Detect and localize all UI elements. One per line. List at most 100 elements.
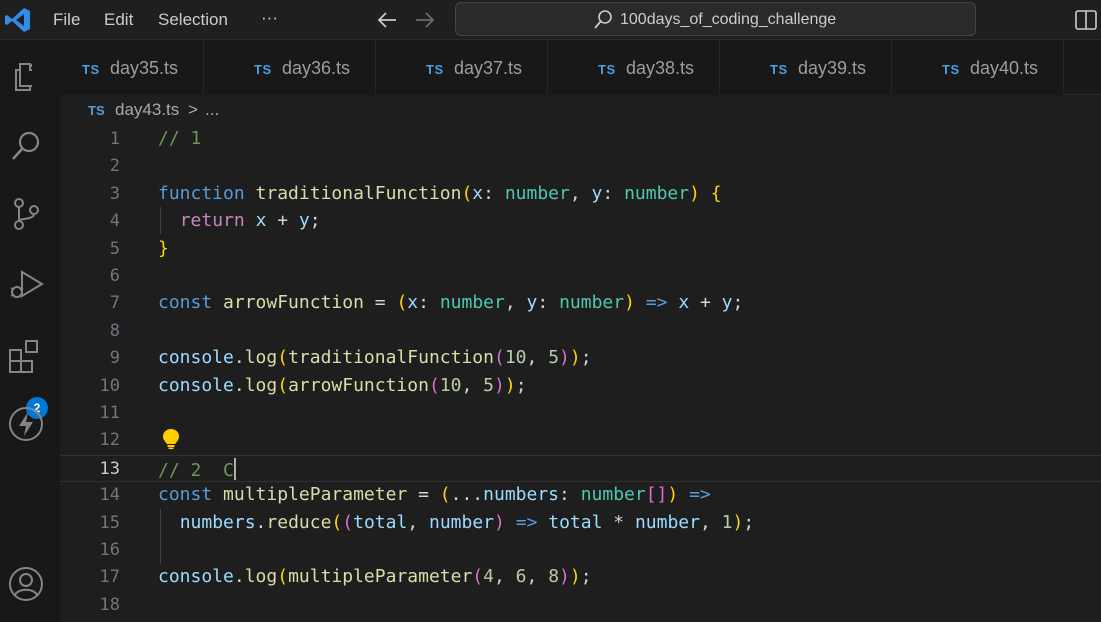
menu-selection[interactable]: Selection xyxy=(158,10,228,30)
menu-file[interactable]: File xyxy=(53,10,80,30)
code-line[interactable]: 13 // 2 C xyxy=(60,454,1101,482)
code-token: , xyxy=(569,182,592,204)
tab-day38-ts[interactable]: TS day38.ts xyxy=(548,40,720,95)
title-bar: File Edit Selection ··· 100days_of_codin… xyxy=(0,0,1101,40)
code-token: log xyxy=(244,347,278,369)
code-token: . xyxy=(255,511,267,533)
code-line[interactable]: 4 return x + y; xyxy=(60,208,1101,235)
code-token: ( xyxy=(461,182,473,204)
typescript-file-icon: TS xyxy=(254,62,272,77)
menu-more[interactable]: ··· xyxy=(261,8,278,28)
tab-day36-ts[interactable]: TS day36.ts xyxy=(204,40,376,95)
code-token: => xyxy=(689,484,711,506)
code-token: ( xyxy=(277,566,289,588)
line-number: 3 xyxy=(109,183,120,204)
code-line[interactable]: 12 xyxy=(60,427,1101,454)
code-line[interactable]: 16 xyxy=(60,537,1101,564)
code-line[interactable]: 8 xyxy=(60,318,1101,345)
code-token: numbers xyxy=(179,511,256,533)
code-token: , xyxy=(699,511,722,533)
code-token: : xyxy=(537,292,560,314)
editor-tab-bar: TS day35.ts TS day36.ts TS day37.ts TS day38.ts… xyxy=(32,40,1101,95)
forward-arrow-icon[interactable] xyxy=(413,8,437,32)
tab-day37-ts[interactable]: TS day37.ts xyxy=(376,40,548,95)
typescript-file-icon: TS xyxy=(942,62,960,77)
code-text: return x + y; xyxy=(158,210,321,231)
source-control-icon[interactable] xyxy=(6,194,46,234)
code-token: const xyxy=(158,292,213,314)
extensions-icon[interactable] xyxy=(6,336,46,376)
code-line[interactable]: 5} xyxy=(60,236,1101,263)
code-token: ... xyxy=(450,484,484,506)
code-token: + xyxy=(689,292,722,314)
code-text: } xyxy=(158,238,169,259)
code-token: ( xyxy=(493,347,505,369)
code-token: => xyxy=(645,292,668,314)
line-number: 7 xyxy=(109,293,120,314)
code-line[interactable]: 18 xyxy=(60,592,1101,619)
code-token: log xyxy=(244,374,278,396)
code-line[interactable]: 2 xyxy=(60,153,1101,180)
code-token: . xyxy=(233,374,245,396)
typescript-file-icon: TS xyxy=(598,62,616,77)
code-token: y xyxy=(526,292,538,314)
toggle-sidebar-icon[interactable] xyxy=(1074,8,1098,32)
code-token: total xyxy=(548,511,603,533)
typescript-file-icon: TS xyxy=(88,103,105,118)
code-line[interactable]: 17 console.log(multipleParameter(4, 6, 8)… xyxy=(60,564,1101,591)
code-line[interactable]: 7 const arrowFunction = (x: number, y: nu… xyxy=(60,290,1101,317)
code-token: 8 xyxy=(548,566,560,588)
code-line[interactable]: 3 function traditionalFunction(x: number,… xyxy=(60,181,1101,208)
tab-day40-ts[interactable]: TS day40.ts xyxy=(892,40,1064,95)
code-token: ) xyxy=(494,374,505,396)
code-line[interactable]: 1 // 1 xyxy=(60,126,1101,153)
code-token: y xyxy=(298,210,310,232)
code-line[interactable]: 9 console.log(traditionalFunction(10, 5))… xyxy=(60,345,1101,372)
code-token: ; xyxy=(309,210,321,232)
line-number: 6 xyxy=(109,266,120,286)
breadcrumb-file[interactable]: day43.ts xyxy=(115,100,179,120)
tab-day35-ts[interactable]: TS day35.ts xyxy=(32,40,204,95)
code-text: numbers.reduce((total, number) => total … xyxy=(158,511,755,533)
tab-day39-ts[interactable]: TS day39.ts xyxy=(720,40,892,95)
code-token: : xyxy=(483,182,505,204)
code-line[interactable]: 14 const multipleParameter = (...numbers:… xyxy=(60,482,1101,509)
typescript-file-icon: TS xyxy=(82,62,100,77)
code-line[interactable]: 10 console.log(arrowFunction(10, 5)); xyxy=(60,373,1101,400)
search-icon[interactable] xyxy=(6,126,46,166)
code-token: ) xyxy=(624,292,635,314)
code-token: x xyxy=(678,292,690,314)
breadcrumb-symbols[interactable]: ... xyxy=(205,100,219,120)
run-debug-icon[interactable] xyxy=(6,264,46,304)
code-token: reduce xyxy=(266,511,332,533)
account-icon[interactable] xyxy=(6,564,46,604)
command-center-search[interactable]: 100days_of_coding_challenge xyxy=(455,2,976,36)
code-token: x xyxy=(472,182,484,204)
code-token: ( xyxy=(472,566,484,588)
line-number: 2 xyxy=(109,156,120,177)
lightning-icon[interactable] xyxy=(6,404,46,444)
code-editor[interactable]: 1// 1 2 3 function traditionalFunction(x: n… xyxy=(60,125,1101,622)
vscode-logo-icon[interactable] xyxy=(4,6,32,34)
code-line[interactable]: 6 xyxy=(60,263,1101,290)
code-token: arrowFunction xyxy=(223,292,364,314)
code-token: ; xyxy=(580,566,592,588)
back-arrow-icon[interactable] xyxy=(375,8,399,32)
code-token: multipleParameter xyxy=(288,566,473,588)
code-token: console xyxy=(158,566,234,588)
typescript-file-icon: TS xyxy=(426,62,444,77)
tab-label: day38.ts xyxy=(626,58,695,78)
code-token: ) xyxy=(689,182,700,204)
code-token: // 2 C xyxy=(158,459,234,481)
code-token: number xyxy=(504,182,570,204)
code-token: traditionalFunction xyxy=(288,347,494,369)
code-line[interactable]: 11 xyxy=(60,400,1101,427)
menu-edit[interactable]: Edit xyxy=(104,10,133,30)
code-line[interactable]: 15 numbers.reduce((total, number) => tot… xyxy=(60,510,1101,537)
